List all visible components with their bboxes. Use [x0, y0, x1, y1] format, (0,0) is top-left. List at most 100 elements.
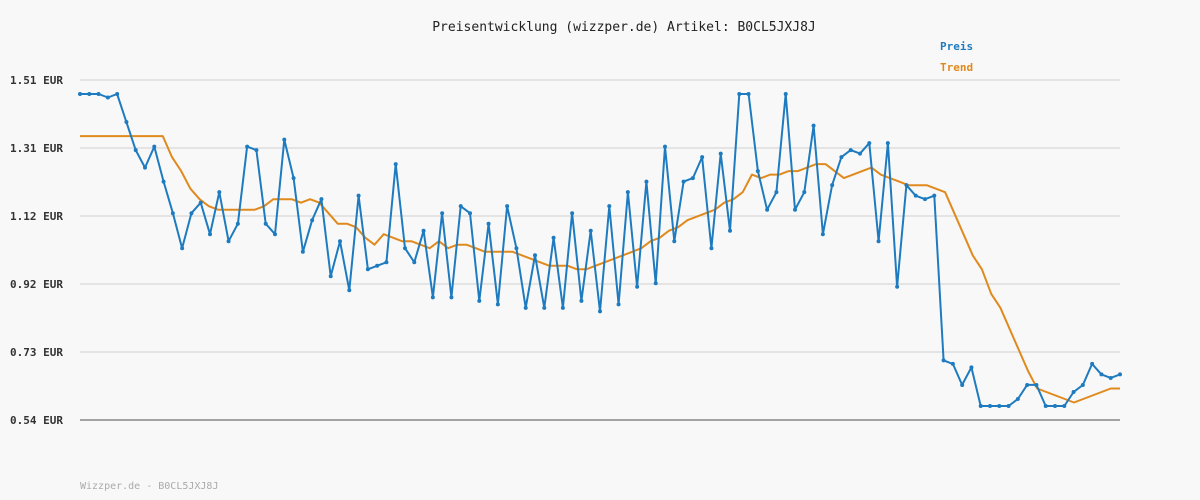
data-point-preis: [78, 92, 82, 97]
data-point-preis: [421, 228, 426, 233]
data-point-preis: [755, 169, 760, 174]
data-point-preis: [1053, 403, 1057, 408]
data-point-preis: [486, 221, 491, 226]
data-point-preis: [1015, 396, 1020, 401]
data-point-preis: [143, 165, 147, 170]
data-point-preis: [1090, 361, 1095, 366]
data-point-preis: [904, 183, 909, 188]
data-point-preis: [728, 228, 732, 233]
data-point-preis: [430, 295, 435, 300]
data-point-preis: [913, 193, 918, 198]
data-point-preis: [774, 190, 779, 195]
data-point-preis: [495, 302, 500, 307]
data-point-preis: [644, 179, 649, 184]
data-point-preis: [672, 239, 677, 244]
data-point-preis: [607, 204, 612, 209]
data-point-preis: [988, 403, 992, 408]
data-point-preis: [681, 179, 686, 184]
data-point-preis: [616, 302, 621, 307]
chart-title: Preisentwicklung (wizzper.de) Artikel: B…: [432, 20, 816, 35]
y-tick-label: 1.12 EUR: [10, 210, 63, 223]
data-point-preis: [969, 365, 974, 370]
data-point-preis: [310, 218, 315, 223]
data-point-preis: [737, 92, 742, 97]
data-point-preis: [783, 92, 788, 97]
legend-preis: Preis: [940, 40, 974, 53]
data-point-preis: [932, 193, 937, 198]
data-point-preis: [579, 298, 584, 303]
data-point-preis: [514, 246, 519, 251]
data-point-preis: [403, 246, 407, 251]
data-point-preis: [105, 95, 110, 100]
data-point-preis: [885, 141, 890, 146]
data-point-preis: [858, 151, 862, 156]
data-point-preis: [923, 197, 927, 202]
data-point-preis: [133, 148, 138, 153]
data-point-preis: [876, 239, 881, 244]
data-point-preis: [273, 232, 277, 237]
data-point-preis: [226, 239, 231, 244]
data-point-preis: [347, 288, 352, 293]
data-point-preis: [1025, 382, 1030, 387]
y-tick-label: 0.54 EUR: [10, 414, 63, 427]
data-point-preis: [96, 92, 101, 97]
data-point-preis: [997, 403, 1002, 408]
data-point-preis: [765, 207, 770, 212]
data-point-preis: [551, 235, 556, 240]
data-point-preis: [440, 211, 445, 216]
data-point-preis: [1108, 375, 1113, 380]
data-point-preis: [625, 190, 630, 195]
data-point-preis: [960, 382, 965, 387]
y-tick-label: 1.31 EUR: [10, 142, 63, 155]
y-tick-label: 0.92 EUR: [10, 278, 63, 291]
data-point-preis: [365, 267, 370, 272]
data-point-preis: [1071, 389, 1076, 394]
data-point-preis: [338, 239, 342, 244]
data-point-preis: [393, 162, 398, 167]
data-point-preis: [542, 305, 547, 310]
y-tick-labels: 0.54 EUR 0.73 EUR 0.92 EUR 1.12 EUR 1.31 EUR…: [10, 74, 63, 427]
data-point-preis: [291, 176, 296, 181]
data-point-preis: [198, 200, 203, 205]
data-point-preis: [1080, 382, 1085, 387]
data-point-preis: [811, 123, 816, 128]
data-point-preis: [375, 263, 380, 268]
data-point-preis: [830, 183, 835, 188]
data-point-preis: [848, 148, 853, 153]
data-point-preis: [245, 144, 250, 149]
data-point-preis: [384, 260, 389, 265]
y-tick-label: 0.73 EUR: [10, 346, 63, 359]
data-point-preis: [533, 253, 537, 258]
footer-text: Wizzper.de - B0CL5JXJ8J: [80, 481, 219, 492]
data-point-preis: [523, 305, 528, 310]
data-point-preis: [161, 179, 166, 184]
data-point-preis: [124, 120, 129, 125]
data-point-preis: [1118, 372, 1122, 377]
price-chart: 0.54 EUR 0.73 EUR 0.92 EUR 1.12 EUR 1.31 EUR…: [10, 74, 1122, 427]
data-point-preis: [180, 246, 185, 251]
data-point-preis: [263, 221, 268, 226]
data-point-preis: [170, 211, 175, 216]
series-layer: [78, 92, 1122, 408]
data-point-preis: [468, 211, 472, 216]
data-point-preis: [254, 148, 259, 153]
data-point-preis: [1043, 403, 1048, 408]
data-point-preis: [449, 295, 454, 300]
data-point-preis: [208, 232, 212, 237]
data-point-preis: [802, 190, 807, 195]
data-point-preis: [217, 190, 222, 195]
data-point-preis: [700, 155, 705, 160]
data-point-preis: [895, 284, 900, 289]
data-point-preis: [477, 298, 482, 303]
data-point-preis: [1062, 403, 1067, 408]
data-point-preis: [950, 361, 955, 366]
data-point-preis: [653, 281, 658, 286]
data-point-preis: [87, 92, 92, 97]
data-point-preis: [635, 284, 640, 289]
data-point-preis: [709, 246, 714, 251]
data-point-preis: [458, 204, 463, 209]
legend-trend: Trend: [940, 61, 974, 74]
series-line-trend: [80, 135, 1120, 404]
data-point-preis: [663, 144, 667, 149]
data-point-preis: [115, 92, 120, 97]
